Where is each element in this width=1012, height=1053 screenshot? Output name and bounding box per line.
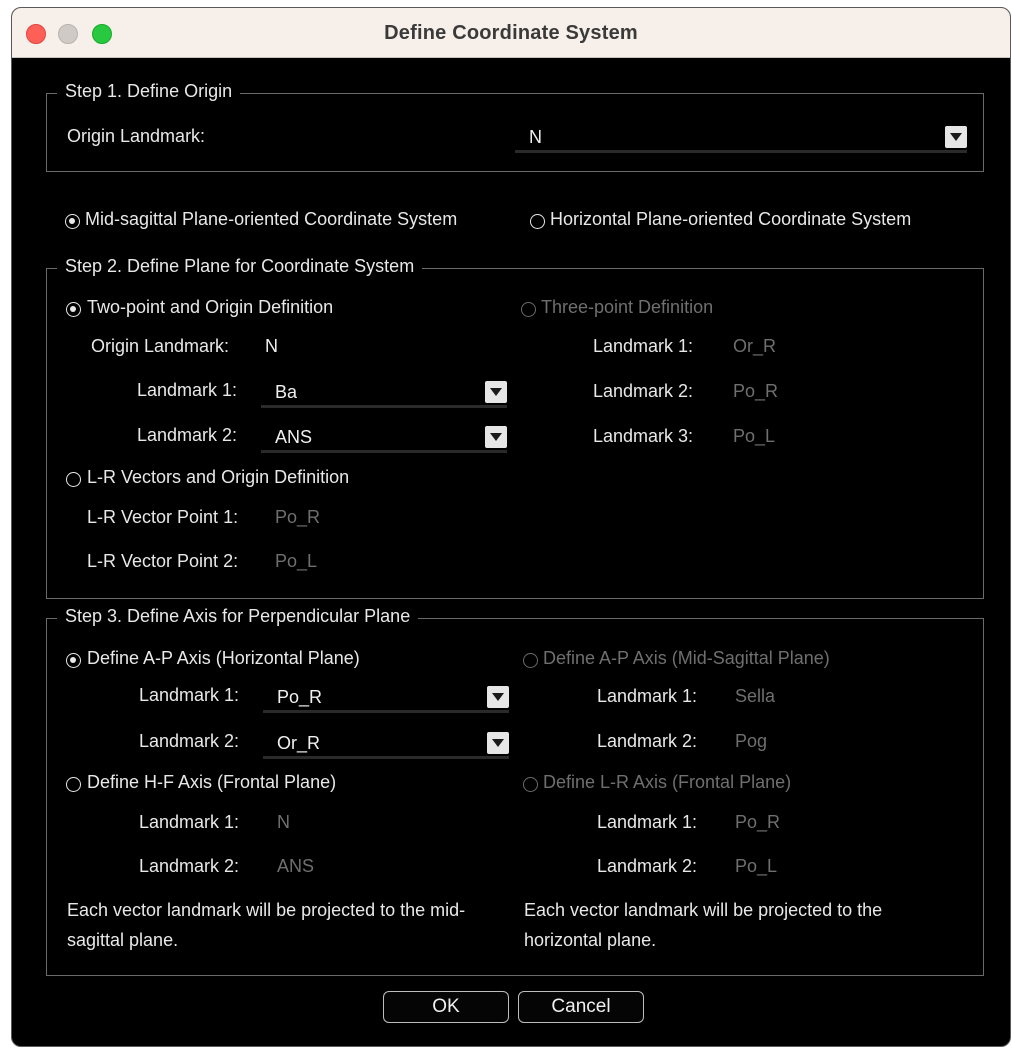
hf-frontal-landmark2-value: ANS xyxy=(277,856,315,876)
step1-origin-value: N xyxy=(529,127,542,147)
ap-horizontal-landmark1-label: Landmark 1: xyxy=(139,685,240,705)
hf-frontal-landmark2-label: Landmark 2: xyxy=(139,856,240,876)
ap-midsagittal-landmark2-label: Landmark 2: xyxy=(597,731,698,751)
two-point-landmark2-value: ANS xyxy=(275,427,313,447)
lr-vector-point2-label: L-R Vector Point 2: xyxy=(87,551,239,571)
horizontal-mode-radio[interactable] xyxy=(530,214,545,229)
lr-vectors-radio[interactable] xyxy=(66,472,81,487)
step1-origin-select[interactable]: N xyxy=(515,123,967,153)
two-point-landmark1-label: Landmark 1: xyxy=(137,380,238,400)
lr-vectors-label[interactable]: L-R Vectors and Origin Definition xyxy=(87,467,349,488)
three-point-label[interactable]: Three-point Definition xyxy=(541,297,713,318)
three-point-radio[interactable] xyxy=(521,302,536,317)
ap-midsagittal-radio[interactable] xyxy=(523,653,538,668)
two-point-landmark1-select[interactable]: Ba xyxy=(261,378,507,408)
ap-horizontal-landmark1-select[interactable]: Po_R xyxy=(263,683,509,713)
lr-frontal-landmark1-label: Landmark 1: xyxy=(597,812,698,832)
note-left: Each vector landmark will be projected t… xyxy=(67,900,466,950)
dialog-window: Define Coordinate System Step 1. Define … xyxy=(11,7,1011,1047)
cancel-button[interactable]: Cancel xyxy=(518,991,644,1023)
ap-midsagittal-landmark1-label: Landmark 1: xyxy=(597,686,698,706)
step1-group: Step 1. Define Origin Origin Landmark: N xyxy=(46,81,984,172)
hf-frontal-label[interactable]: Define H-F Axis (Frontal Plane) xyxy=(87,772,336,793)
lr-frontal-label[interactable]: Define L-R Axis (Frontal Plane) xyxy=(543,772,791,793)
three-point-landmark2-label: Landmark 2: xyxy=(593,381,694,401)
ap-midsagittal-landmark2-value: Pog xyxy=(735,731,768,751)
step3-legend: Step 3. Define Axis for Perpendicular Pl… xyxy=(57,606,419,627)
two-point-landmark2-select[interactable]: ANS xyxy=(261,423,507,453)
ap-horizontal-landmark1-value: Po_R xyxy=(277,687,323,707)
two-point-origin-label: Origin Landmark: xyxy=(91,336,230,356)
step2-legend: Step 2. Define Plane for Coordinate Syst… xyxy=(57,256,423,277)
chevron-down-icon xyxy=(485,426,507,448)
hf-frontal-landmark1-label: Landmark 1: xyxy=(139,812,240,832)
two-point-label[interactable]: Two-point and Origin Definition xyxy=(87,297,333,318)
lr-vector-point2-value: Po_L xyxy=(275,551,318,571)
step1-origin-label: Origin Landmark: xyxy=(67,126,206,146)
chevron-down-icon xyxy=(487,686,509,708)
step2-group: Step 2. Define Plane for Coordinate Syst… xyxy=(46,256,984,599)
horizontal-mode-label[interactable]: Horizontal Plane-oriented Coordinate Sys… xyxy=(550,209,911,230)
lr-frontal-landmark1-value: Po_R xyxy=(735,812,781,832)
chevron-down-icon xyxy=(487,732,509,754)
title-bar: Define Coordinate System xyxy=(12,8,1010,58)
ap-horizontal-label[interactable]: Define A-P Axis (Horizontal Plane) xyxy=(87,648,360,669)
lr-frontal-radio[interactable] xyxy=(523,777,538,792)
chevron-down-icon xyxy=(945,126,967,148)
lr-frontal-landmark2-value: Po_L xyxy=(735,856,778,876)
three-point-landmark2-value: Po_R xyxy=(733,381,779,401)
lr-vector-point1-value: Po_R xyxy=(275,507,321,527)
three-point-landmark1-label: Landmark 1: xyxy=(593,336,694,356)
two-point-origin-value: N xyxy=(265,336,278,356)
mid-sagittal-mode-radio[interactable] xyxy=(65,214,80,229)
ap-horizontal-landmark2-label: Landmark 2: xyxy=(139,731,240,751)
ap-horizontal-radio[interactable] xyxy=(66,653,81,668)
step3-group: Step 3. Define Axis for Perpendicular Pl… xyxy=(46,606,984,976)
ap-midsagittal-landmark1-value: Sella xyxy=(735,686,776,706)
hf-frontal-landmark1-value: N xyxy=(277,812,290,832)
step1-legend: Step 1. Define Origin xyxy=(57,81,241,102)
ap-midsagittal-label[interactable]: Define A-P Axis (Mid-Sagittal Plane) xyxy=(543,648,830,669)
lr-frontal-landmark2-label: Landmark 2: xyxy=(597,856,698,876)
two-point-radio[interactable] xyxy=(66,302,81,317)
ok-button[interactable]: OK xyxy=(383,991,509,1023)
hf-frontal-radio[interactable] xyxy=(66,777,81,792)
ap-horizontal-landmark2-value: Or_R xyxy=(277,733,321,753)
note-right: Each vector landmark will be projected t… xyxy=(524,900,883,950)
ap-horizontal-landmark2-select[interactable]: Or_R xyxy=(263,729,509,759)
window-title: Define Coordinate System xyxy=(384,22,638,44)
three-point-landmark1-value: Or_R xyxy=(733,336,777,356)
lr-vector-point1-label: L-R Vector Point 1: xyxy=(87,507,239,527)
three-point-landmark3-label: Landmark 3: xyxy=(593,426,694,446)
mid-sagittal-mode-label[interactable]: Mid-sagittal Plane-oriented Coordinate S… xyxy=(85,209,457,230)
two-point-landmark2-label: Landmark 2: xyxy=(137,425,238,445)
chevron-down-icon xyxy=(485,381,507,403)
two-point-landmark1-value: Ba xyxy=(275,382,298,402)
three-point-landmark3-value: Po_L xyxy=(733,426,776,446)
